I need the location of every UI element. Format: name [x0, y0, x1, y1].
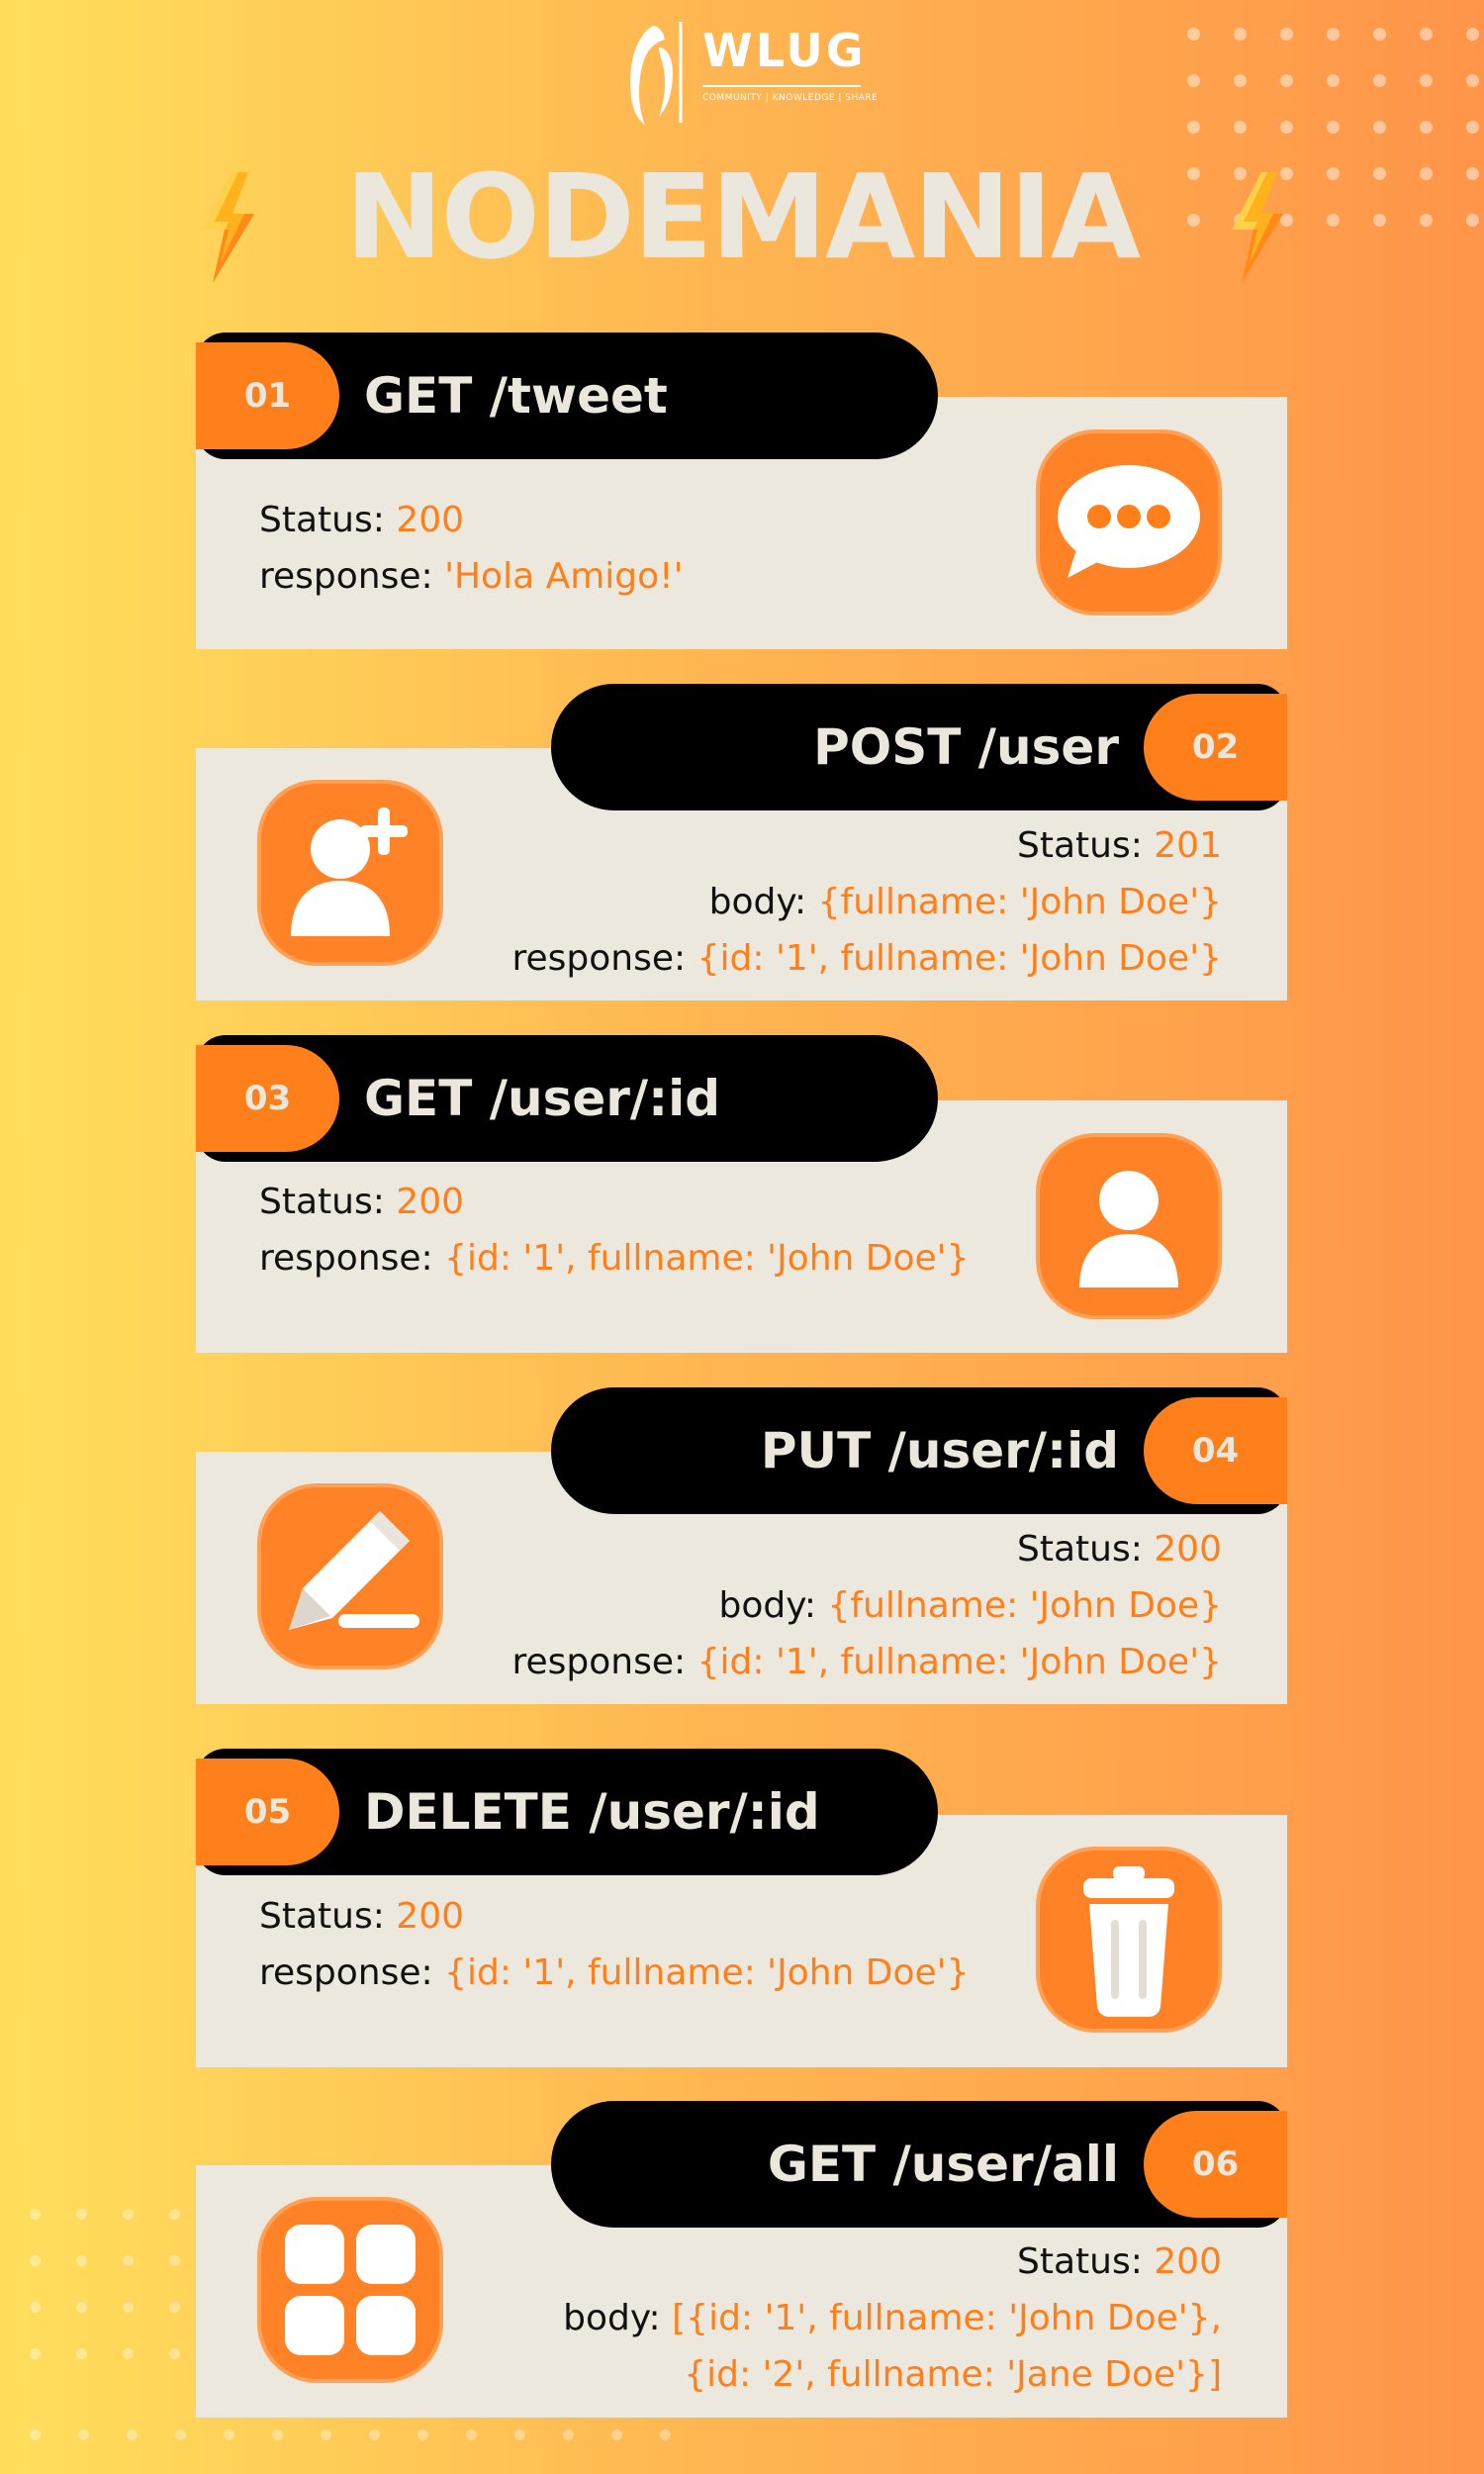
detail-value: 200 [396, 1182, 465, 1222]
detail-value: 200 [1154, 2241, 1222, 2282]
endpoint-number: 03 [196, 1045, 339, 1152]
endpoint-number: 01 [196, 342, 339, 449]
detail-label: body: [718, 1585, 817, 1626]
logo-divider [702, 85, 861, 87]
detail-label: body: [708, 882, 807, 922]
logo-tagline: COMMUNITY | KNOWLEDGE | SHARE [702, 93, 879, 103]
endpoint-method-path: POST /user [813, 718, 1119, 776]
decorative-dots-bottom [30, 2429, 671, 2440]
endpoint-method-path: GET /user/all [767, 2136, 1119, 2193]
detail-label: response: [511, 1642, 687, 1682]
page-title: NODEMANIA [344, 148, 1141, 285]
endpoint-method-path: DELETE /user/:id [364, 1783, 820, 1841]
lightning-bolt-icon [203, 172, 254, 283]
detail-value: 200 [1154, 1529, 1222, 1570]
detail-label: response: [259, 1238, 433, 1279]
detail-value: [{id: '1', fullname: 'John Doe'}, [672, 2298, 1222, 2338]
add-user-icon [257, 780, 443, 966]
detail-label: Status: [1016, 825, 1143, 866]
detail-label: Status: [259, 1896, 385, 1937]
endpoint-details-06: Status: 200 body: [{id: '1', fullname: '… [563, 2234, 1222, 2403]
detail-label: body: [563, 2298, 661, 2338]
penguin-logo-icon [629, 22, 683, 125]
pencil-edit-icon [257, 1483, 443, 1669]
detail-label: Status: [259, 1182, 385, 1222]
detail-value: {id: '2', fullname: 'Jane Doe'}] [684, 2354, 1222, 2395]
endpoint-method-path: PUT /user/:id [760, 1422, 1119, 1479]
detail-label: response: [259, 556, 433, 597]
detail-value: {fullname: 'John Doe'} [817, 882, 1222, 922]
user-icon [1036, 1133, 1222, 1319]
detail-label: response: [511, 938, 687, 979]
detail-value: 200 [396, 1896, 465, 1937]
detail-value: 'Hola Amigo!' [444, 556, 684, 597]
detail-value: {id: '1', fullname: 'John Doe'} [696, 938, 1222, 979]
endpoint-number: 04 [1144, 1397, 1287, 1504]
chat-bubble-icon [1036, 429, 1222, 616]
endpoint-header-01: 01 GET /tweet [196, 333, 938, 459]
endpoint-details-02: Status: 201 body: {fullname: 'John Doe'}… [512, 817, 1222, 987]
trash-icon [1036, 1847, 1222, 2033]
endpoint-number: 02 [1144, 694, 1287, 801]
endpoint-header-05: 05 DELETE /user/:id [196, 1749, 938, 1875]
endpoint-details-05: Status: 200 response: {id: '1', fullname… [259, 1888, 969, 2001]
detail-value: {id: '1', fullname: 'John Doe'} [444, 1238, 970, 1279]
detail-value: 200 [396, 500, 465, 540]
endpoint-header-04: PUT /user/:id 04 [551, 1387, 1287, 1514]
endpoint-header-02: POST /user 02 [551, 684, 1287, 810]
endpoint-header-03: 03 GET /user/:id [196, 1035, 938, 1162]
detail-value: {id: '1', fullname: 'John Doe'} [696, 1642, 1222, 1682]
endpoint-method-path: GET /tweet [364, 367, 668, 425]
detail-label: Status: [1016, 2241, 1143, 2282]
endpoint-header-06: GET /user/all 06 [551, 2101, 1287, 2228]
detail-value: {fullname: 'John Doe} [827, 1585, 1222, 1626]
endpoint-method-path: GET /user/:id [364, 1070, 721, 1127]
endpoint-details-03: Status: 200 response: {id: '1', fullname… [259, 1174, 969, 1286]
endpoint-number: 06 [1144, 2111, 1287, 2218]
endpoint-details-01: Status: 200 response: 'Hola Amigo!' [259, 492, 684, 605]
lightning-bolt-icon [1232, 172, 1283, 283]
detail-label: Status: [1016, 1529, 1143, 1570]
endpoint-number: 05 [196, 1759, 339, 1865]
wlug-logo: WLUG COMMUNITY | KNOWLEDGE | SHARE [623, 18, 878, 127]
grid-apps-icon [257, 2197, 443, 2383]
detail-value: 201 [1154, 825, 1222, 866]
detail-label: Status: [259, 500, 385, 540]
detail-value: {id: '1', fullname: 'John Doe'} [444, 1952, 970, 1993]
detail-label: response: [259, 1952, 433, 1993]
logo-name: WLUG [702, 24, 867, 77]
endpoint-details-04: Status: 200 body: {fullname: 'John Doe} … [512, 1521, 1222, 1690]
